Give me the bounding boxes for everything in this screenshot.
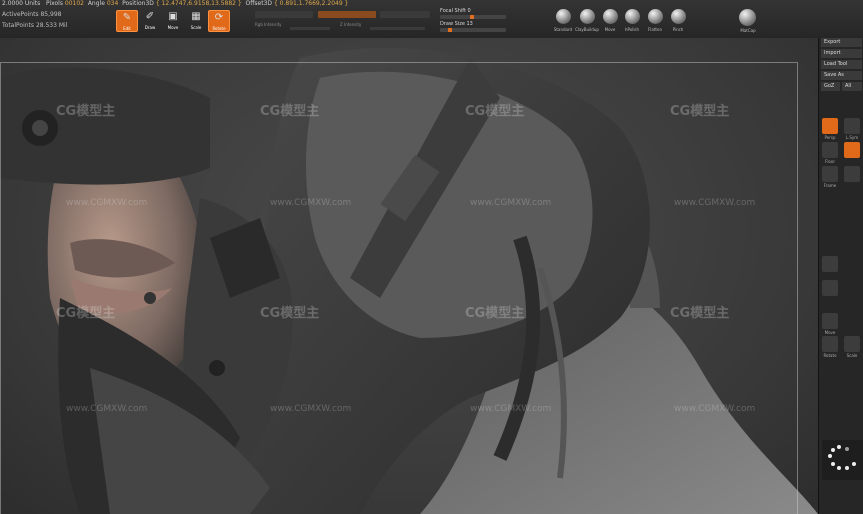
rgb-slider[interactable] [318,11,376,18]
standard-brush-icon[interactable] [556,9,571,24]
angle-value: 034 [106,0,119,7]
watermark-url: www.CGMXW.com [674,198,756,208]
floor-label: Floor [825,159,835,164]
watermark-logo: CG模型主 [670,104,730,119]
offset-value: { 0.891,1.7669,2.2049 } [273,0,349,7]
spinner-dot [831,462,835,466]
scale-view-button[interactable] [844,336,860,352]
rotate-label: Rotate [823,353,837,358]
load-tool-button[interactable]: Load Tool [821,60,862,69]
watermark-url: www.CGMXW.com [66,404,148,414]
spinner-dot [845,447,849,451]
draw-size-label: Draw Size 13 [440,21,473,27]
scale-button[interactable]: ▦ Scale [186,10,206,30]
spinner-dot [837,466,841,470]
move-view-button[interactable] [822,256,838,272]
spinner-dot [828,454,832,458]
pinch-brush-icon[interactable] [671,9,686,24]
draw-button[interactable]: ✐ Draw [140,10,160,30]
focal-shift-knob[interactable] [470,15,474,19]
watermark-logo: CG模型主 [260,306,320,321]
watermark-logo: CG模型主 [465,104,525,119]
watermark-logo: CG模型主 [670,306,730,321]
edit-button[interactable]: ✎ Edit [116,10,138,32]
top-toolbar: 2.0000 Units Pixols 00102 Angle 034 Posi… [0,0,863,39]
xpose-button[interactable] [844,166,860,182]
rgb-intensity-slider[interactable] [290,27,330,30]
import-button[interactable]: Import [821,49,862,58]
goz-button[interactable]: GoZ [821,82,840,91]
active-points: ActivePoints 85,998 [2,11,62,18]
flatten-brush-icon[interactable] [648,9,663,24]
rotate-button-label: Rotate [212,26,226,31]
offset-label: Offset3D [245,0,273,7]
move-view-button-2[interactable] [822,313,838,329]
pixols-value: 00102 [64,0,84,7]
watermark-logo: CG模型主 [465,306,525,321]
rotate-button[interactable]: ⟳ Rotate [208,10,230,32]
units-readout: 2.0000 Units [2,0,41,7]
status-line: 2.0000 Units Pixols 00102 Angle 034 Posi… [2,0,348,7]
draw-icon: ✐ [145,11,155,22]
export-button[interactable]: Export [821,38,862,47]
spinner-dot [837,445,841,449]
frame-label: Frame [823,183,837,188]
rotate-icon: ⟳ [214,12,224,23]
document-frame [0,62,798,514]
local-button[interactable] [844,142,860,158]
watermark-url: www.CGMXW.com [270,198,352,208]
zoom-view-button[interactable] [822,280,838,296]
persp-label: Persp [824,135,836,140]
material-label: MatCap [740,28,756,33]
persp-button[interactable] [822,118,838,134]
lsym-label: L.Sym [845,135,859,140]
move-label: Move [824,330,836,335]
focal-shift-label: Focal Shift 0 [440,8,471,14]
rotate-view-button[interactable] [822,336,838,352]
floor-button[interactable] [822,142,838,158]
goz-all-button[interactable]: All [842,82,862,91]
spinner-dot [852,462,856,466]
material-icon[interactable] [739,9,756,26]
frame-button[interactable] [822,166,838,182]
zadd-slider[interactable] [380,11,430,18]
loading-spinner [822,440,863,480]
watermark-url: www.CGMXW.com [674,404,756,414]
canvas-viewport[interactable]: CG模型主 CG模型主 CG模型主 CG模型主 www.CGMXW.com ww… [0,38,818,514]
move-button[interactable]: ▣ Move [163,10,183,30]
watermark-logo: CG模型主 [260,104,320,119]
watermark-url: www.CGMXW.com [66,198,148,208]
spinner-dot [845,466,849,470]
pixols-label: Pixols [45,0,63,7]
mrgb-slider[interactable] [255,11,313,18]
move-icon: ▣ [168,11,178,22]
z-intensity-label: Z Intensity [340,22,362,27]
edit-icon: ✎ [122,12,132,23]
lsym-button[interactable] [844,118,860,134]
watermark-logo: CG模型主 [56,306,116,321]
move-brush-icon[interactable] [603,9,618,24]
position-label: Position3D [122,0,154,7]
watermark-logo: CG模型主 [56,104,116,119]
draw-size-knob[interactable] [448,28,452,32]
watermark-url: www.CGMXW.com [470,404,552,414]
scale-label: Scale [846,353,858,358]
scale-icon: ▦ [191,11,201,22]
claybuildup-brush-icon[interactable] [580,9,595,24]
pinch-brush-label: Pinch [672,27,684,32]
total-points: TotalPoints 28.533 Mil [2,22,68,29]
save-as-button[interactable]: Save As [821,71,862,80]
position-value: { 12.4747,6.9158,13.5882 } [155,0,242,7]
watermark-url: www.CGMXW.com [470,198,552,208]
angle-label: Angle [87,0,105,7]
rgb-intensity-label: Rgb Intensity [255,22,282,27]
z-intensity-slider[interactable] [370,27,425,30]
watermark-url: www.CGMXW.com [270,404,352,414]
hpolish-brush-icon[interactable] [625,9,640,24]
spinner-dot [831,448,835,452]
